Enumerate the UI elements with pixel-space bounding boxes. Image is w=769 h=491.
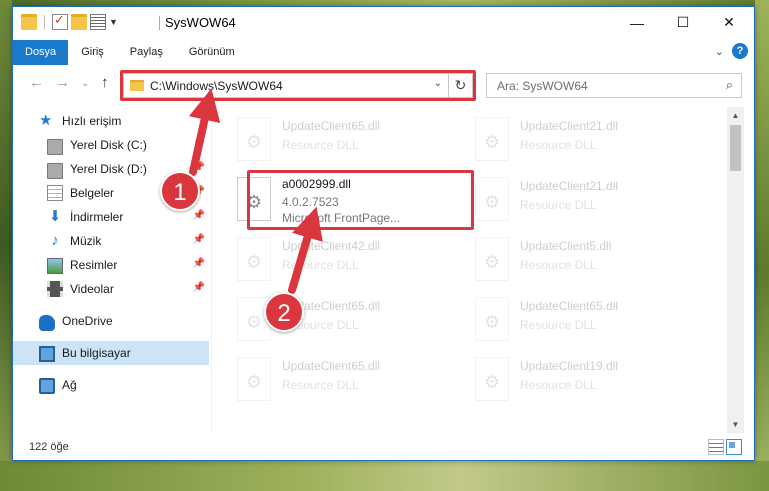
step-1-badge: 1 — [160, 171, 200, 211]
annotation-arrows — [188, 88, 323, 294]
step-2-badge: 2 — [264, 292, 304, 332]
arrow-to-dll-file — [288, 206, 323, 294]
arrow-to-address-bar — [188, 88, 221, 176]
